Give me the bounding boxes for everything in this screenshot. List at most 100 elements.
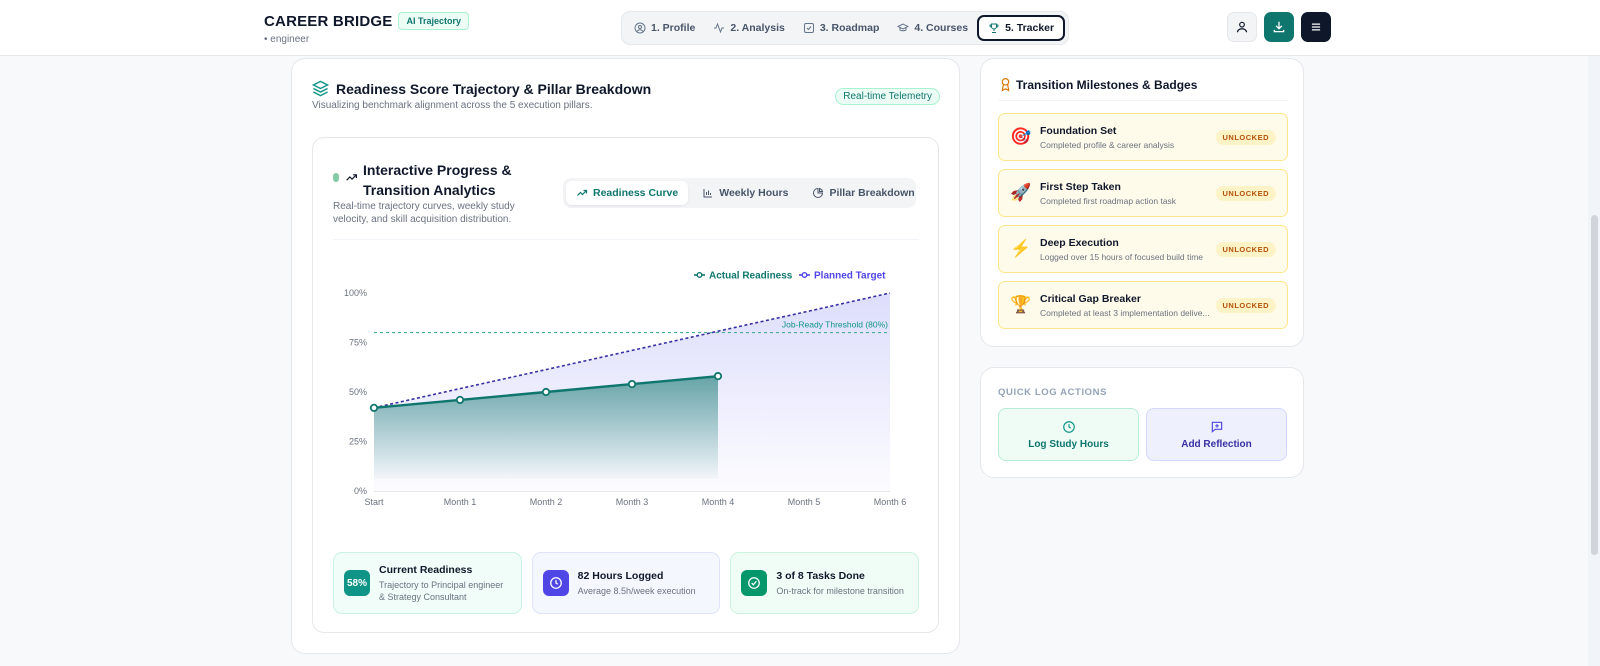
- x-tick-label: Month 6: [874, 497, 907, 507]
- step-label: 1. Profile: [651, 22, 696, 34]
- layers-icon: [312, 80, 329, 97]
- step-label: 5. Tracker: [1005, 22, 1055, 34]
- telemetry-badge: Real-time Telemetry: [835, 88, 940, 105]
- milestone-subtitle: Completed profile & career analysis: [1040, 140, 1175, 150]
- milestone-item: ⚡ Deep Execution Logged over 15 hours of…: [998, 225, 1288, 273]
- pie-chart-icon: [813, 187, 824, 198]
- x-tick-label: Month 2: [530, 497, 563, 507]
- milestone-subtitle: Completed at least 3 implementation deli…: [1040, 308, 1210, 318]
- clock-icon: [1062, 420, 1075, 433]
- add-reflection-button[interactable]: Add Reflection: [1146, 408, 1287, 461]
- milestones-title: Transition Milestones & Badges: [1016, 78, 1198, 92]
- stat-title: Current Readiness: [379, 563, 473, 576]
- svg-text:Actual Readiness: Actual Readiness: [709, 271, 793, 282]
- download-icon: [1273, 21, 1285, 33]
- stat-hours-logged: 82 Hours Logged Average 8.5h/week execut…: [531, 552, 721, 614]
- step-analysis[interactable]: 2. Analysis: [704, 15, 793, 41]
- svg-text:Planned Target: Planned Target: [814, 271, 886, 282]
- target-icon: 🎯: [1010, 127, 1032, 146]
- x-tick-label: Month 4: [702, 497, 735, 507]
- bar-chart-icon: [703, 189, 713, 198]
- threshold-label: Job-Ready Threshold (80%): [782, 320, 888, 330]
- button-label: Log Study Hours: [1028, 438, 1109, 450]
- lightning-icon: ⚡: [1010, 239, 1032, 258]
- stat-subtitle: Average 8.5h/week execution: [577, 585, 696, 596]
- check-circle-icon: [741, 570, 768, 596]
- download-button[interactable]: [1264, 12, 1294, 42]
- tab-label: Pillar Breakdown: [829, 187, 915, 199]
- step-nav: 1. Profile 2. Analysis 3. Roadmap 4. Cou…: [621, 11, 1070, 45]
- y-tick-label: 100%: [344, 288, 367, 298]
- x-tick-label: Month 5: [788, 497, 821, 507]
- milestone-title: Foundation Set: [1040, 125, 1117, 137]
- menu-icon: [1311, 23, 1321, 31]
- milestone-item: 🚀 First Step Taken Completed first roadm…: [998, 169, 1288, 217]
- brand-title: CAREER BRIDGE: [264, 13, 393, 30]
- brand: CAREER BRIDGE AI Trajectory • engineer: [264, 12, 469, 45]
- unlocked-badge: UNLOCKED: [1215, 298, 1276, 313]
- milestone-title: Deep Execution: [1040, 237, 1119, 249]
- step-courses[interactable]: 4. Courses: [888, 15, 977, 41]
- menu-button[interactable]: [1301, 12, 1331, 42]
- x-tick-label: Month 3: [616, 497, 649, 507]
- milestone-title: Critical Gap Breaker: [1040, 293, 1141, 305]
- user-icon: [1236, 21, 1248, 33]
- stat-title: 3 of 8 Tasks Done: [776, 569, 865, 582]
- milestone-title: First Step Taken: [1040, 181, 1121, 193]
- award-icon: [1001, 78, 1010, 92]
- milestone-subtitle: Logged over 15 hours of focused build ti…: [1040, 252, 1204, 262]
- milestone-item: 🎯 Foundation Set Completed profile & car…: [998, 113, 1288, 161]
- trending-up-icon: [346, 174, 357, 181]
- chart-tabs: Readiness Curve Weekly Hours Pillar Brea…: [563, 178, 916, 208]
- stat-current-readiness: 58% Current Readiness Trajectory to Prin…: [333, 552, 522, 614]
- stat-subtitle: Trajectory to Principal engineer & Strat…: [379, 579, 504, 602]
- button-label: Add Reflection: [1181, 438, 1252, 450]
- analytics-panel: Interactive Progress & Transition Analyt…: [312, 137, 939, 633]
- legend-item: Actual Readiness: [694, 271, 793, 282]
- actual-readiness-point[interactable]: [541, 387, 551, 397]
- step-tracker[interactable]: 5. Tracker: [977, 15, 1066, 41]
- unlocked-badge: UNLOCKED: [1215, 186, 1276, 201]
- message-plus-icon: [1211, 421, 1222, 433]
- step-roadmap[interactable]: 3. Roadmap: [794, 15, 889, 41]
- x-tick-label: Month 1: [444, 497, 477, 507]
- trophy-icon: [989, 23, 999, 33]
- milestone-subtitle: Completed first roadmap action task: [1040, 196, 1177, 206]
- trophy-icon: 🏆: [1010, 295, 1032, 314]
- step-profile[interactable]: 1. Profile: [625, 15, 704, 41]
- step-label: 4. Courses: [914, 22, 969, 34]
- actual-readiness-point[interactable]: [627, 379, 637, 389]
- tab-weekly-hours[interactable]: Weekly Hours: [692, 181, 798, 205]
- quick-log-card: QUICK LOG ACTIONS Log Study Hours Add Re…: [980, 367, 1304, 478]
- trending-up-icon: [577, 189, 588, 196]
- stat-tasks-done: 3 of 8 Tasks Done On-track for milestone…: [730, 552, 920, 614]
- check-square-icon: [803, 23, 814, 33]
- card-subtitle: Visualizing benchmark alignment across t…: [312, 100, 593, 111]
- legend-item: Planned Target: [799, 271, 886, 282]
- profile-button[interactable]: [1227, 12, 1257, 42]
- scrollbar-thumb[interactable]: [1591, 215, 1598, 555]
- tab-readiness-curve[interactable]: Readiness Curve: [566, 181, 689, 205]
- readiness-chart: Job-Ready Threshold (80%) 0% 25% 50% 75% 100…: [344, 271, 907, 508]
- step-label: 3. Roadmap: [819, 22, 880, 34]
- card-title: Readiness Score Trajectory & Pillar Brea…: [336, 81, 652, 97]
- actual-readiness-point[interactable]: [713, 372, 723, 381]
- tab-label: Readiness Curve: [593, 187, 679, 199]
- clock-icon: [542, 570, 569, 596]
- y-tick-label: 50%: [349, 387, 367, 397]
- stat-title: 82 Hours Logged: [577, 569, 664, 582]
- graduation-cap-icon: [897, 23, 910, 32]
- x-tick-label: Start: [364, 497, 384, 507]
- ai-trajectory-badge: AI Trajectory: [398, 12, 469, 30]
- actual-readiness-point[interactable]: [455, 395, 465, 405]
- stat-subtitle: On-track for milestone transition: [776, 585, 904, 596]
- quick-log-title: QUICK LOG ACTIONS: [998, 387, 1108, 398]
- panel-title: Interactive Progress & Transition Analyt…: [363, 162, 512, 198]
- actual-readiness-point[interactable]: [369, 403, 379, 412]
- milestone-item: 🏆 Critical Gap Breaker Completed at leas…: [998, 281, 1288, 329]
- unlocked-badge: UNLOCKED: [1215, 130, 1276, 145]
- milestones-card: Transition Milestones & Badges 🎯 Foundat…: [980, 58, 1304, 347]
- log-study-hours-button[interactable]: Log Study Hours: [998, 408, 1139, 461]
- brand-subtitle: • engineer: [264, 34, 310, 45]
- tab-pillar-breakdown[interactable]: Pillar Breakdown: [802, 181, 924, 205]
